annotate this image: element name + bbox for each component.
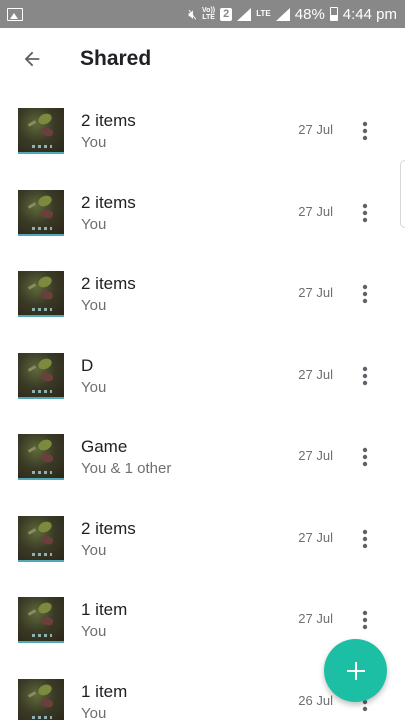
more-vert-icon	[362, 447, 368, 467]
item-title: 1 item	[81, 600, 128, 619]
shared-list: 2 items You 27 Jul 2 items You 27 Jul 2 items Y…	[0, 90, 405, 720]
create-button[interactable]	[324, 639, 387, 702]
item-title: 2 items	[81, 518, 136, 538]
item-date: 26 Jul	[298, 692, 333, 708]
list-item[interactable]: Game You & 1 other 27 Jul	[0, 416, 405, 498]
list-item[interactable]: 2 items You 27 Jul	[0, 498, 405, 580]
battery-icon	[329, 7, 338, 21]
signal-icon	[275, 7, 290, 21]
list-item[interactable]: 2 items You 27 Jul	[0, 172, 405, 254]
plus-icon	[346, 661, 365, 680]
more-options-button[interactable]	[351, 281, 379, 307]
volte-indicator: Vo)) LTE	[202, 7, 216, 21]
page-title: Shared	[80, 47, 152, 70]
item-subtitle: You	[81, 541, 107, 559]
item-date: 27 Jul	[298, 529, 333, 545]
list-item[interactable]: D You 27 Jul	[0, 335, 405, 417]
item-texts: 1 item You	[81, 599, 127, 642]
item-subtitle: You	[81, 378, 107, 396]
arrow-back-icon	[24, 51, 40, 67]
clock: 4:44 pm	[342, 5, 397, 23]
more-vert-icon	[362, 529, 368, 548]
more-options-button[interactable]	[351, 363, 379, 389]
album-thumbnail	[18, 352, 64, 399]
sim-indicator: 2	[220, 7, 233, 21]
item-subtitle: You	[81, 297, 107, 314]
more-options-button[interactable]	[351, 200, 379, 226]
battery-percent: 48%	[294, 5, 325, 23]
item-subtitle: You	[81, 134, 107, 151]
item-subtitle: You	[81, 215, 107, 233]
more-vert-icon	[362, 366, 368, 385]
item-date: 27 Jul	[298, 285, 333, 300]
item-title: 1 item	[81, 681, 128, 701]
gallery-icon	[7, 7, 23, 21]
item-texts: 2 items You	[81, 273, 136, 316]
back-button[interactable]	[0, 28, 64, 90]
more-options-button[interactable]	[351, 118, 379, 144]
more-options-button[interactable]	[351, 607, 379, 633]
item-date: 27 Jul	[298, 611, 333, 626]
item-subtitle: You & 1 other	[81, 460, 172, 477]
screen: 🔇︎ Vo)) LTE 2 LTE 48% 4:44 pm Shared 2 it…	[0, 0, 405, 720]
item-subtitle: You	[81, 623, 107, 640]
list-item[interactable]: 2 items You 27 Jul	[0, 253, 405, 335]
item-title: 2 items	[81, 111, 136, 130]
mute-icon: 🔇︎	[188, 5, 198, 22]
item-title: Game	[81, 437, 128, 456]
item-date: 27 Jul	[298, 122, 333, 137]
item-texts: 2 items You	[81, 192, 136, 235]
more-vert-icon	[362, 121, 368, 141]
more-vert-icon	[362, 203, 368, 222]
item-texts: 2 items You	[81, 518, 136, 561]
more-vert-icon	[362, 610, 368, 630]
list-item[interactable]: 2 items You 27 Jul	[0, 90, 405, 172]
more-vert-icon	[362, 284, 368, 304]
more-options-button[interactable]	[351, 526, 379, 552]
item-texts: 1 item You	[81, 681, 127, 720]
app-bar: Shared	[0, 28, 405, 90]
item-texts: Game You & 1 other	[81, 436, 171, 479]
album-thumbnail	[18, 271, 64, 317]
more-options-button[interactable]	[351, 444, 379, 470]
item-date: 27 Jul	[298, 203, 333, 219]
signal-icon	[237, 7, 252, 21]
album-thumbnail	[18, 434, 64, 480]
album-thumbnail	[18, 108, 64, 154]
scroll-edge-indicator	[400, 160, 405, 228]
status-bar: 🔇︎ Vo)) LTE 2 LTE 48% 4:44 pm	[0, 0, 405, 28]
item-title: 2 items	[81, 274, 136, 293]
network-type: LTE	[256, 9, 271, 18]
album-thumbnail	[18, 189, 64, 236]
album-thumbnail	[18, 515, 64, 562]
item-title: 2 items	[81, 192, 136, 212]
item-title: D	[81, 355, 94, 375]
item-texts: D You	[81, 355, 106, 398]
item-date: 27 Jul	[298, 366, 333, 382]
album-thumbnail	[18, 678, 64, 720]
item-date: 27 Jul	[298, 448, 333, 463]
album-thumbnail	[18, 597, 64, 643]
item-subtitle: You	[81, 704, 107, 720]
item-texts: 2 items You	[81, 110, 136, 153]
